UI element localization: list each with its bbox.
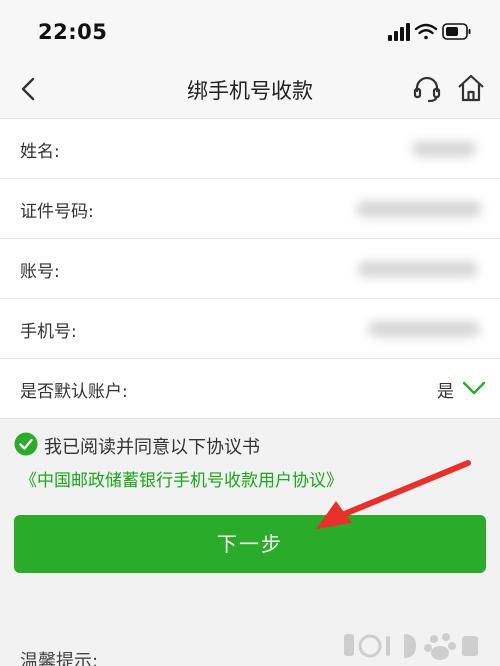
name-label: 姓名: [20,142,60,162]
status-time: 22:05 [38,20,108,44]
form-row-name[interactable]: 姓名: [0,119,500,179]
annotation-arrow-icon [316,460,471,529]
signal-icon [388,23,410,41]
battery-icon [442,23,471,40]
form-row-id-number[interactable]: 证件号码: [0,179,500,239]
support-button[interactable] [412,74,442,104]
account-label: 账号: [20,262,60,282]
home-button[interactable] [456,73,486,103]
headset-icon [413,76,441,103]
home-icon [458,74,484,102]
agreement-checkbox[interactable] [14,432,38,456]
phone-value-blurred [368,321,480,337]
default-account-value[interactable]: 是 [437,377,454,402]
nav-bar: 绑手机号收款 [0,62,500,119]
name-value-blurred [412,141,476,157]
account-value-blurred [358,261,478,277]
screen: 22:05 绑手机号收款 姓名: 证件号码: 账号: 手机号: 是否默认账户: … [0,0,500,666]
chevron-down-icon[interactable] [462,379,486,397]
form-row-default-account[interactable]: 是否默认账户: 是 [0,359,500,419]
form-row-account[interactable]: 账号: [0,239,500,299]
form-row-phone[interactable]: 手机号: [0,299,500,359]
status-bar: 22:05 [0,0,500,62]
id-number-value-blurred [356,201,482,217]
account-form: 姓名: 证件号码: 账号: 手机号: 是否默认账户: 是 [0,119,500,419]
phone-label: 手机号: [20,322,77,342]
agreement-text: 我已阅读并同意以下协议书 [44,437,260,458]
agreement-link[interactable]: 《中国邮政储蓄银行手机号收款用户协议》 [20,466,343,491]
baidu-watermark-icon [344,633,478,660]
id-number-label: 证件号码: [20,202,94,222]
wifi-icon [414,23,438,40]
status-icons [388,23,471,41]
tip-title: 温馨提示: [20,651,99,666]
default-account-label: 是否默认账户: [20,382,128,402]
